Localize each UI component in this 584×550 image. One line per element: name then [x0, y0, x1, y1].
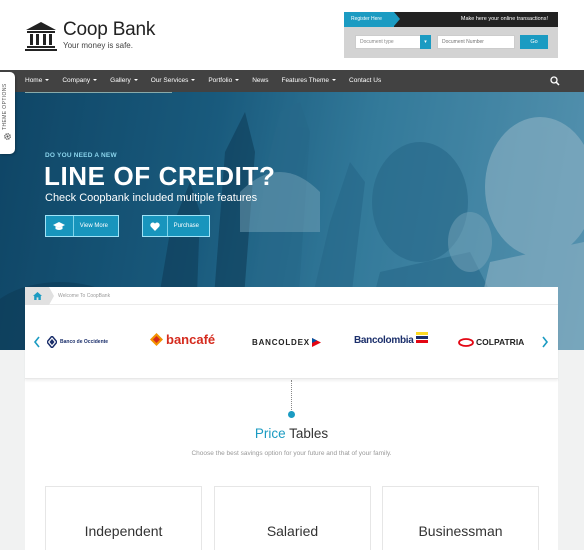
logo-bancoldex[interactable]: BANCOLDEX	[252, 338, 321, 347]
theme-options-label: THEME OPTIONS	[2, 83, 8, 130]
nav-item-gallery[interactable]: Gallery	[110, 70, 138, 92]
site-header: Coop Bank Your money is safe. Register H…	[0, 0, 584, 70]
banco-occidente-mark-icon	[47, 336, 57, 348]
search-icon[interactable]	[550, 76, 560, 86]
colpatria-mark-icon	[458, 337, 474, 347]
caret-down-icon	[235, 79, 240, 82]
transactions-message: Make here your online transactions!	[460, 16, 548, 22]
main-nav: Home Company Gallery Our Services Portfo…	[0, 70, 584, 92]
hero-title: LINE OF CREDIT?	[44, 161, 276, 191]
document-type-placeholder: Document type	[360, 39, 394, 45]
section-divider-line	[291, 380, 292, 412]
hero-subtitle: Check Coopbank included multiple feature…	[45, 192, 258, 204]
breadcrumb-current: Welcome To CoopBank	[58, 293, 111, 299]
online-transactions-panel: Register Here Make here your online tran…	[344, 12, 558, 58]
nav-item-company[interactable]: Company	[62, 70, 98, 92]
gear-icon	[4, 133, 11, 140]
purchase-label: Purchase	[173, 223, 199, 229]
theme-options-tab[interactable]: THEME OPTIONS	[0, 72, 15, 154]
nav-item-our-services[interactable]: Our Services	[151, 70, 196, 92]
content-card: Welcome To CoopBank Banco de Occidente b…	[25, 287, 558, 550]
logo-colpatria[interactable]: COLPATRIA	[458, 337, 524, 347]
document-type-select[interactable]: Document type ▾	[355, 35, 431, 49]
home-icon	[32, 292, 42, 300]
bank-building-icon	[25, 21, 57, 51]
chevron-down-icon[interactable]: ▾	[420, 35, 431, 49]
caret-down-icon	[93, 79, 98, 82]
bancafe-mark-icon	[150, 333, 163, 346]
caret-down-icon	[332, 79, 337, 82]
plan-card-independent[interactable]: Independent	[45, 486, 202, 550]
plan-title: Businessman	[418, 523, 503, 539]
caret-down-icon	[45, 79, 50, 82]
caret-down-icon	[191, 79, 196, 82]
nav-item-portfolio[interactable]: Portfolio	[208, 70, 240, 92]
bancoldex-mark-icon	[311, 338, 321, 347]
chevron-left-icon[interactable]	[33, 336, 41, 348]
logo-bancolombia[interactable]: Bancolombia	[354, 332, 428, 346]
nav-item-news[interactable]: News	[252, 70, 268, 92]
plan-title: Salaried	[266, 523, 319, 539]
purchase-button[interactable]: Purchase	[142, 215, 210, 237]
heart-icon	[150, 222, 160, 231]
hero-kicker: DO YOU NEED A NEW	[45, 152, 117, 159]
go-button[interactable]: Go	[520, 35, 548, 49]
logo-tagline: Your money is safe.	[63, 41, 133, 50]
price-tables-description: Choose the best savings option for your …	[191, 450, 392, 457]
breadcrumb-home[interactable]	[25, 287, 54, 305]
plan-card-salaried[interactable]: Salaried	[214, 486, 371, 550]
plan-card-businessman[interactable]: Businessman	[382, 486, 539, 550]
nav-active-indicator	[25, 92, 172, 93]
logo-title: Coop Bank	[63, 19, 156, 40]
chevron-right-icon[interactable]	[541, 336, 549, 348]
caret-down-icon	[133, 79, 138, 82]
nav-item-features-theme[interactable]: Features Theme	[281, 70, 337, 92]
view-more-label: View More	[79, 223, 108, 229]
logo[interactable]: Coop Bank Your money is safe.	[25, 20, 155, 51]
register-here-link[interactable]: Register Here	[344, 12, 400, 27]
breadcrumb: Welcome To CoopBank	[25, 287, 558, 305]
section-divider-dot	[288, 411, 295, 418]
nav-item-home[interactable]: Home	[25, 70, 50, 92]
document-number-input[interactable]	[437, 35, 515, 49]
plan-title: Independent	[84, 523, 163, 539]
partner-logos-carousel: Banco de Occidente bancafé BANCOLDEX Ban…	[25, 305, 558, 379]
graduation-cap-icon	[53, 221, 66, 230]
nav-item-contact-us[interactable]: Contact Us	[349, 70, 381, 92]
view-more-button[interactable]: View More	[45, 215, 119, 237]
bancolombia-mark-icon	[415, 332, 428, 343]
nav-items: Home Company Gallery Our Services Portfo…	[25, 70, 394, 92]
logo-bancafe[interactable]: bancafé	[150, 332, 215, 347]
price-tables-title: Price Tables	[254, 426, 329, 441]
logo-banco-de-occidente[interactable]: Banco de Occidente	[47, 336, 108, 348]
